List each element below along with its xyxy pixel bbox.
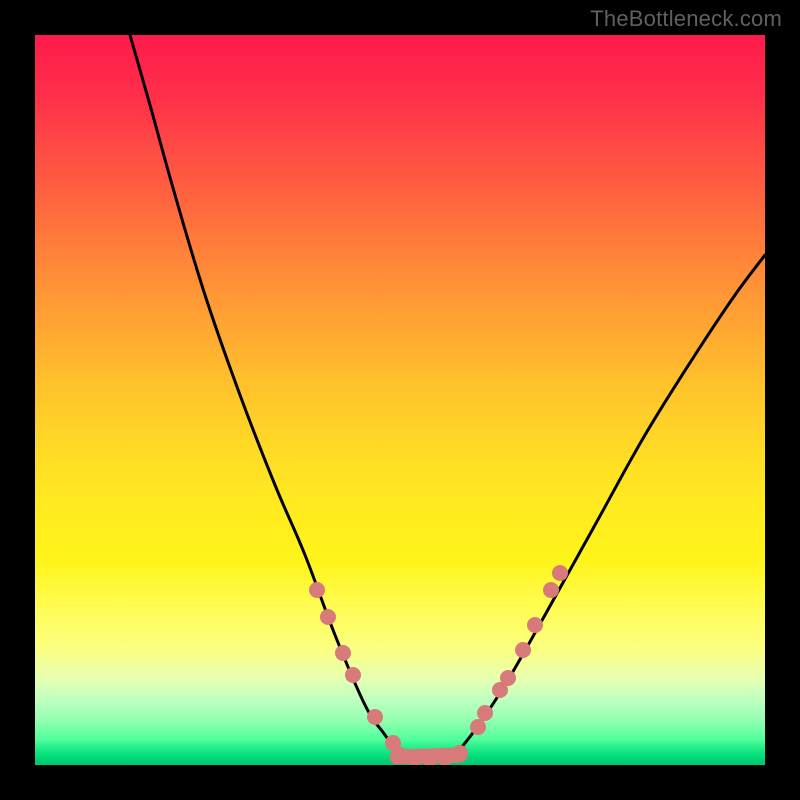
chart-container: TheBottleneck.com bbox=[0, 0, 800, 800]
chart-svg bbox=[35, 35, 765, 765]
left-curve bbox=[130, 35, 400, 755]
plot-area bbox=[35, 35, 765, 765]
watermark-text: TheBottleneck.com bbox=[590, 6, 782, 32]
